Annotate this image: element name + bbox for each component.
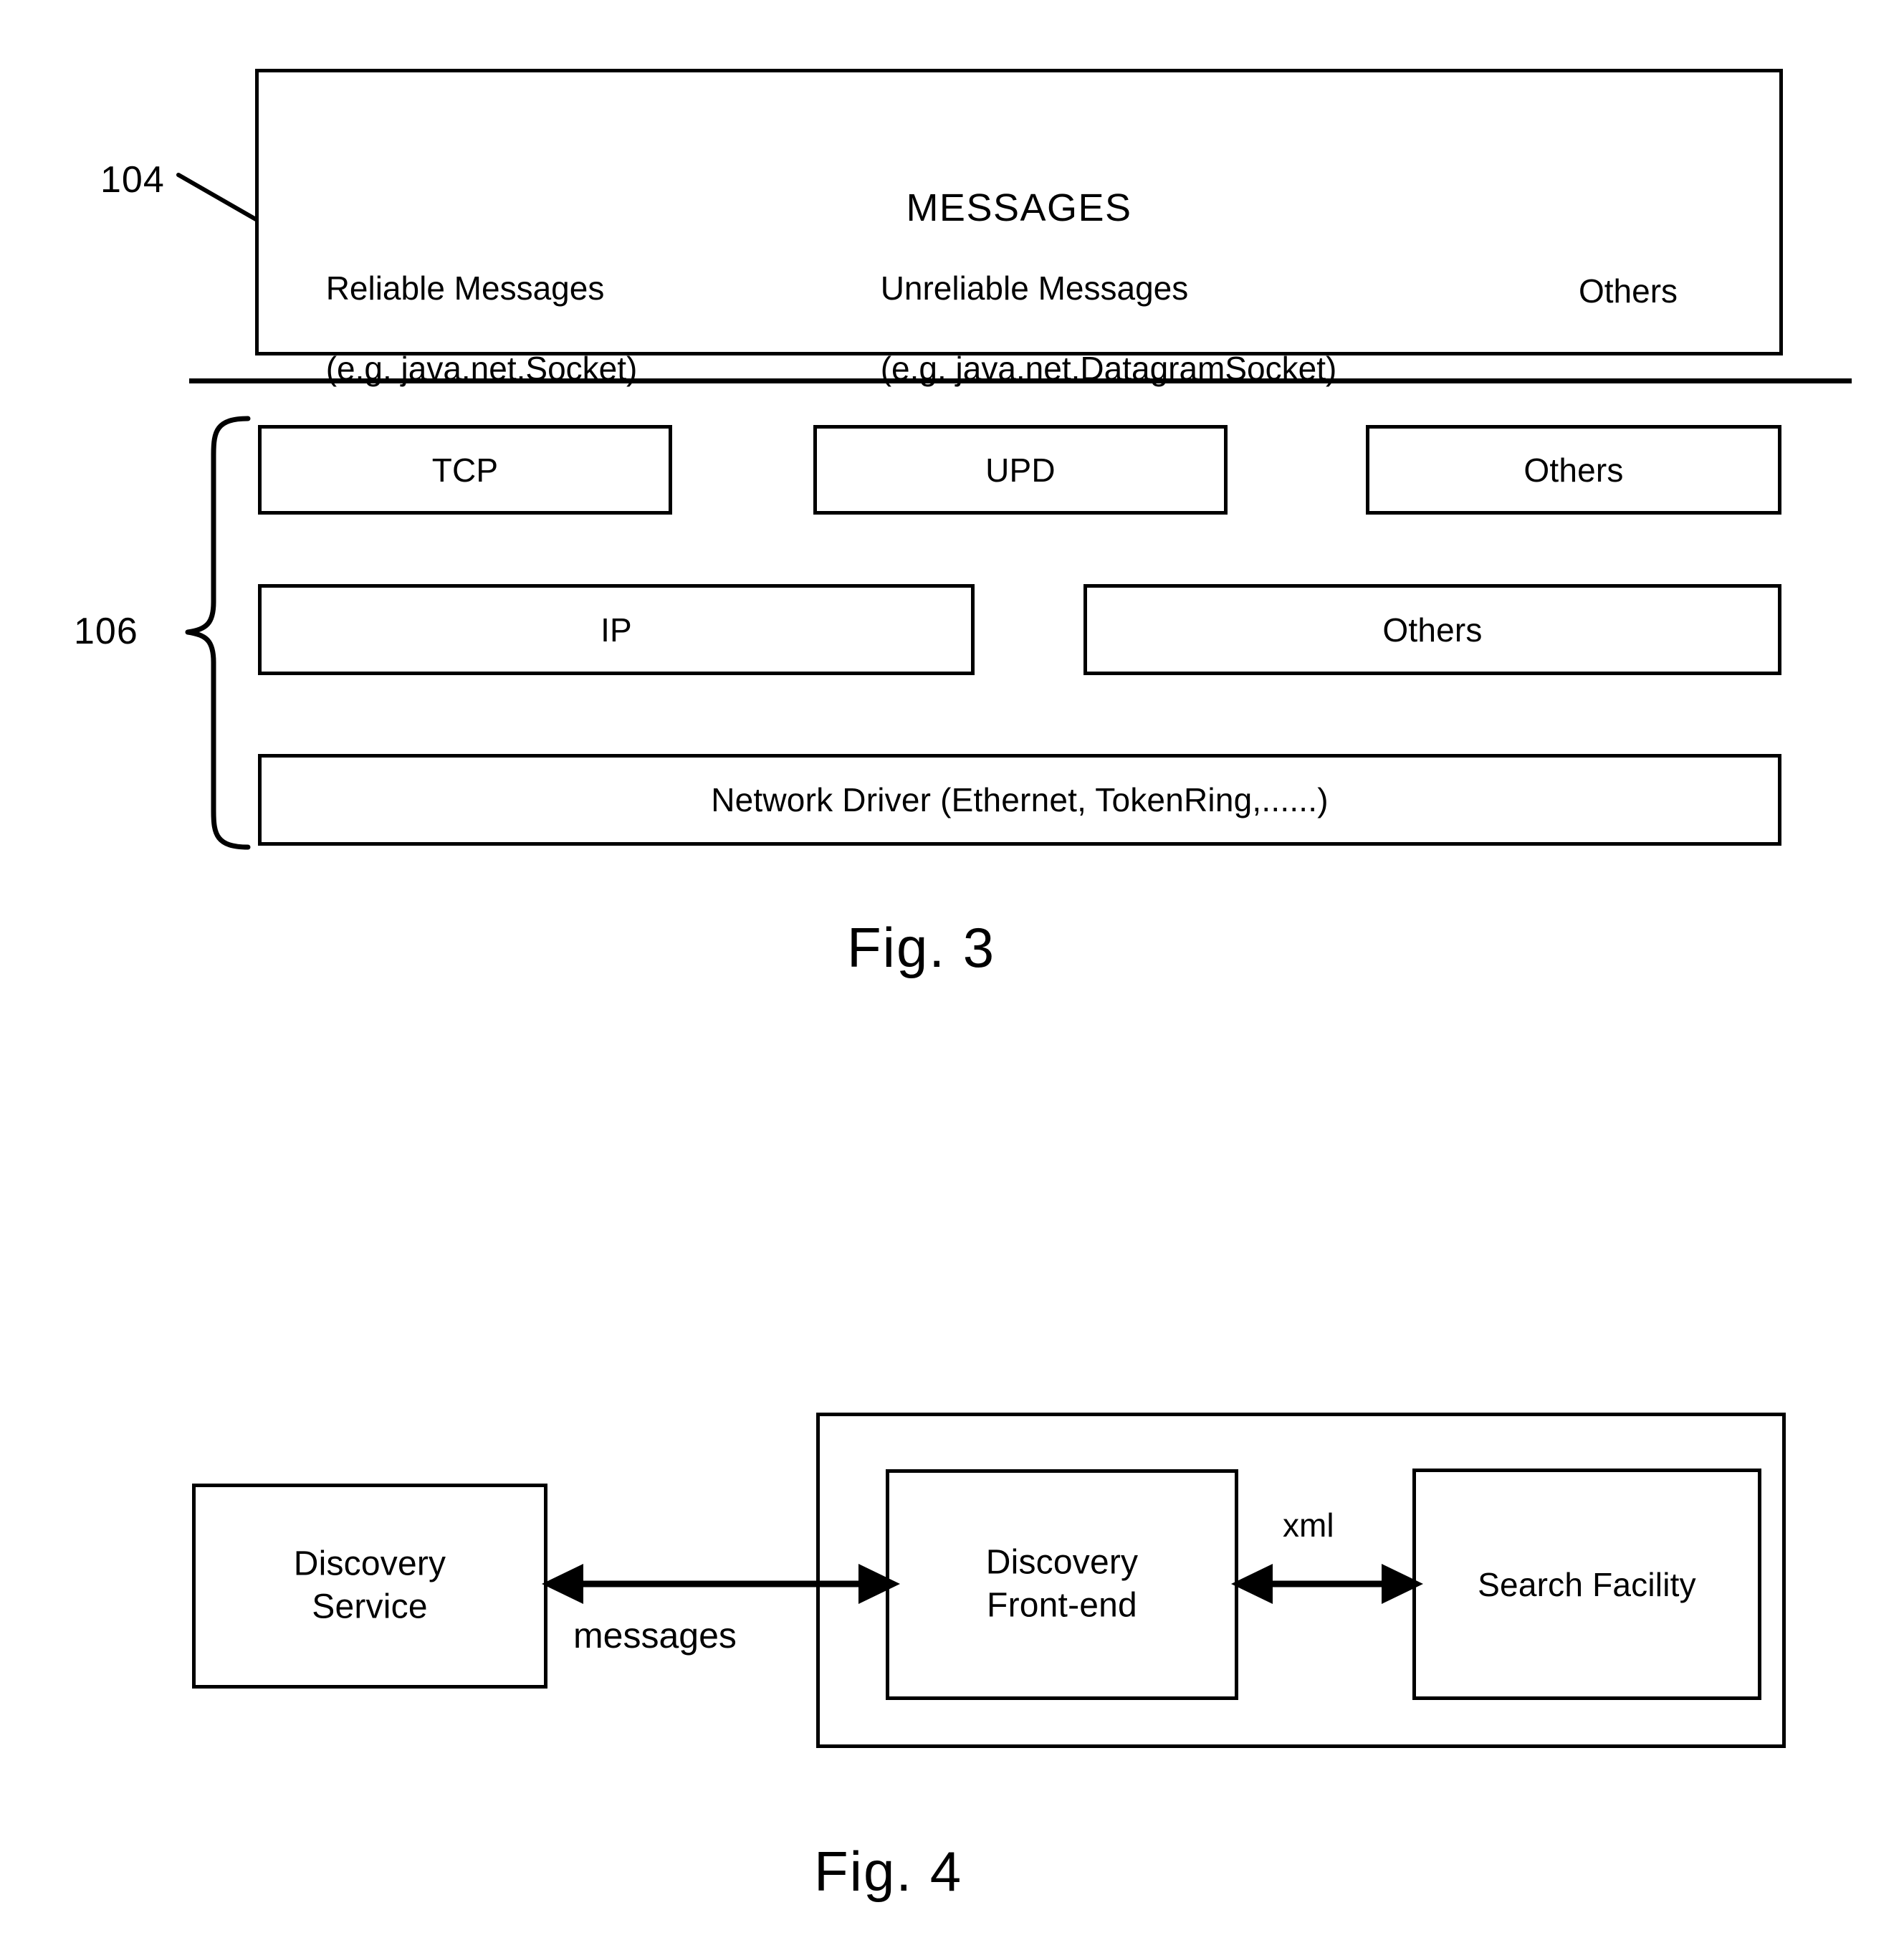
messages-others-column: Others bbox=[1579, 272, 1678, 310]
messages-edge-label: messages bbox=[573, 1615, 737, 1656]
reliable-messages-column: Reliable Messages (e.g. java.net.Socket) bbox=[271, 228, 638, 429]
discovery-service-box: Discovery Service bbox=[192, 1484, 547, 1689]
layer-divider-line bbox=[189, 378, 1852, 383]
messages-title: MESSAGES bbox=[906, 186, 1132, 229]
reference-number-106: 106 bbox=[74, 611, 138, 652]
unreliable-messages-line1: Unreliable Messages bbox=[880, 269, 1189, 307]
reference-number-104: 104 bbox=[100, 159, 165, 201]
discovery-service-label: Discovery Service bbox=[196, 1543, 544, 1630]
tcp-box: TCP bbox=[258, 425, 672, 515]
discovery-frontend-box: Discovery Front-end bbox=[886, 1469, 1238, 1700]
udp-label: UPD bbox=[985, 451, 1056, 489]
reliable-messages-line1: Reliable Messages bbox=[325, 269, 605, 307]
figure-4-caption: Fig. 4 bbox=[814, 1840, 963, 1903]
xml-double-arrow-icon bbox=[1231, 1564, 1423, 1604]
search-facility-label: Search Facility bbox=[1478, 1565, 1696, 1603]
xml-edge-label: xml bbox=[1283, 1506, 1334, 1544]
unreliable-messages-column: Unreliable Messages (e.g. java.net.Datag… bbox=[826, 228, 1337, 429]
discovery-service-line1: Discovery bbox=[293, 1544, 446, 1583]
ip-box: IP bbox=[258, 584, 975, 675]
messages-double-arrow-icon bbox=[542, 1564, 900, 1604]
protocol-others-box: Others bbox=[1366, 425, 1781, 515]
curly-brace-106-icon bbox=[185, 416, 251, 850]
network-driver-box: Network Driver (Ethernet, TokenRing,....… bbox=[258, 754, 1781, 846]
network-others-label: Others bbox=[1382, 611, 1483, 649]
search-facility-box: Search Facility bbox=[1412, 1469, 1761, 1700]
figure-3-caption: Fig. 3 bbox=[847, 916, 996, 979]
discovery-frontend-line2: Front-end bbox=[987, 1587, 1137, 1625]
ip-label: IP bbox=[601, 611, 632, 649]
discovery-service-line2: Service bbox=[312, 1588, 428, 1626]
tcp-label: TCP bbox=[431, 451, 499, 489]
patent-figure-sheet: 104 MESSAGES Reliable Messages (e.g. jav… bbox=[0, 0, 1904, 1953]
network-driver-label: Network Driver (Ethernet, TokenRing,....… bbox=[711, 780, 1329, 818]
udp-box: UPD bbox=[813, 425, 1228, 515]
protocol-others-label: Others bbox=[1523, 451, 1624, 489]
discovery-frontend-line1: Discovery bbox=[985, 1543, 1139, 1582]
discovery-frontend-label: Discovery Front-end bbox=[889, 1542, 1235, 1628]
network-others-box: Others bbox=[1083, 584, 1781, 675]
